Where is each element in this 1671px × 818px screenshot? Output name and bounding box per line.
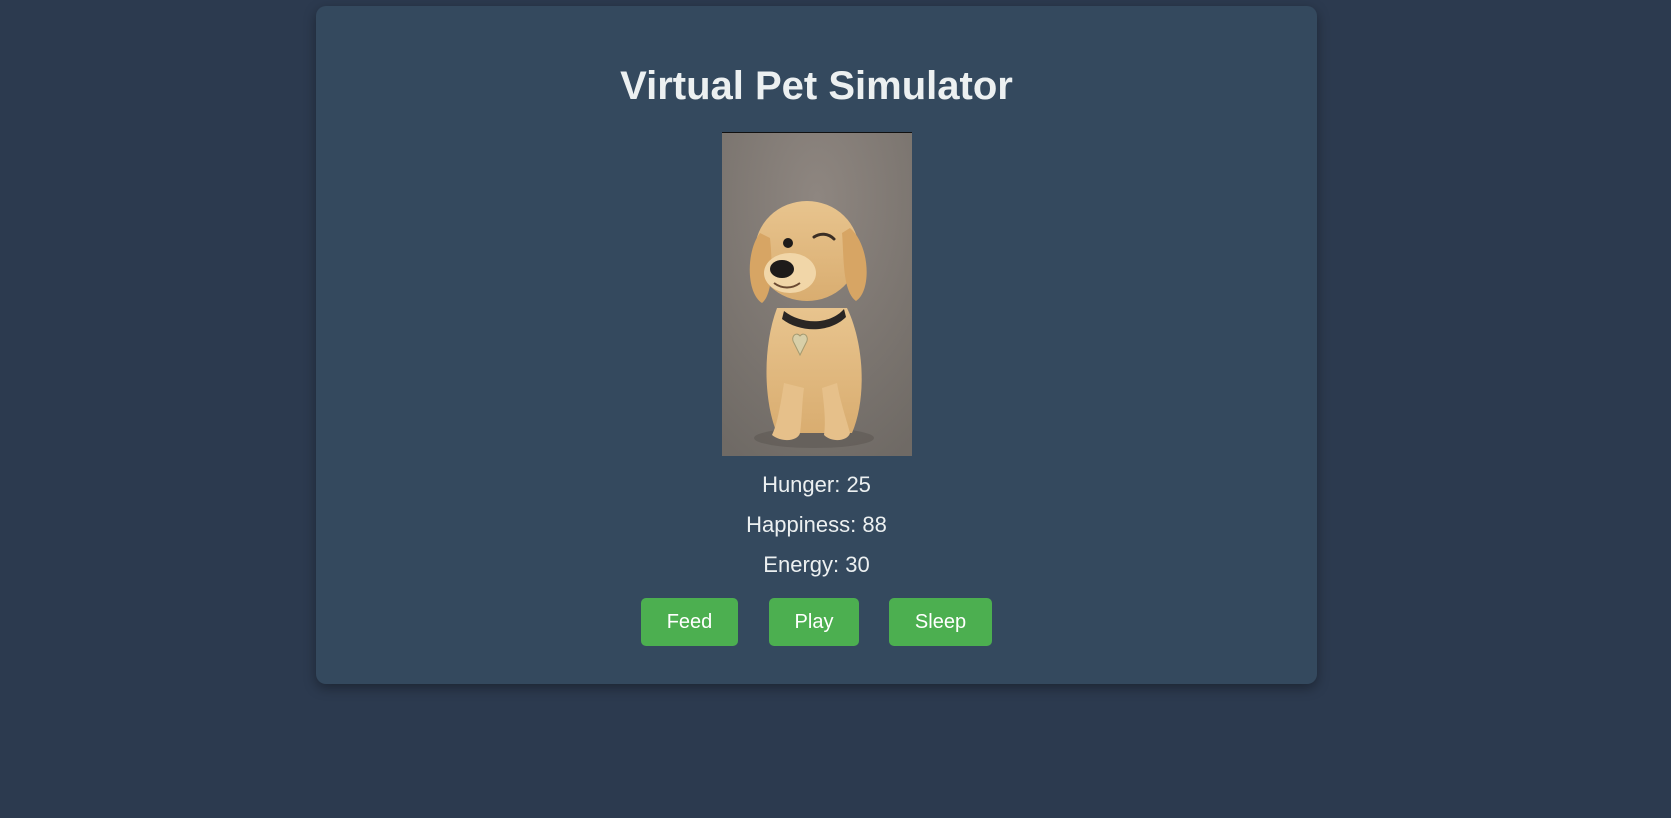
energy-stat: Energy: 30 <box>763 552 870 577</box>
feed-button[interactable]: Feed <box>641 598 738 646</box>
hunger-stat: Hunger: 25 <box>762 472 871 497</box>
page-title: Virtual Pet Simulator <box>620 64 1013 108</box>
happiness-stat: Happiness: 88 <box>746 512 887 537</box>
sleep-button[interactable]: Sleep <box>889 598 992 646</box>
puppy-icon <box>722 133 912 456</box>
pet-image <box>722 132 912 456</box>
play-button[interactable]: Play <box>769 598 859 646</box>
pet-card: Virtual Pet Simulator Hunger: 25 Happine… <box>316 6 1317 684</box>
